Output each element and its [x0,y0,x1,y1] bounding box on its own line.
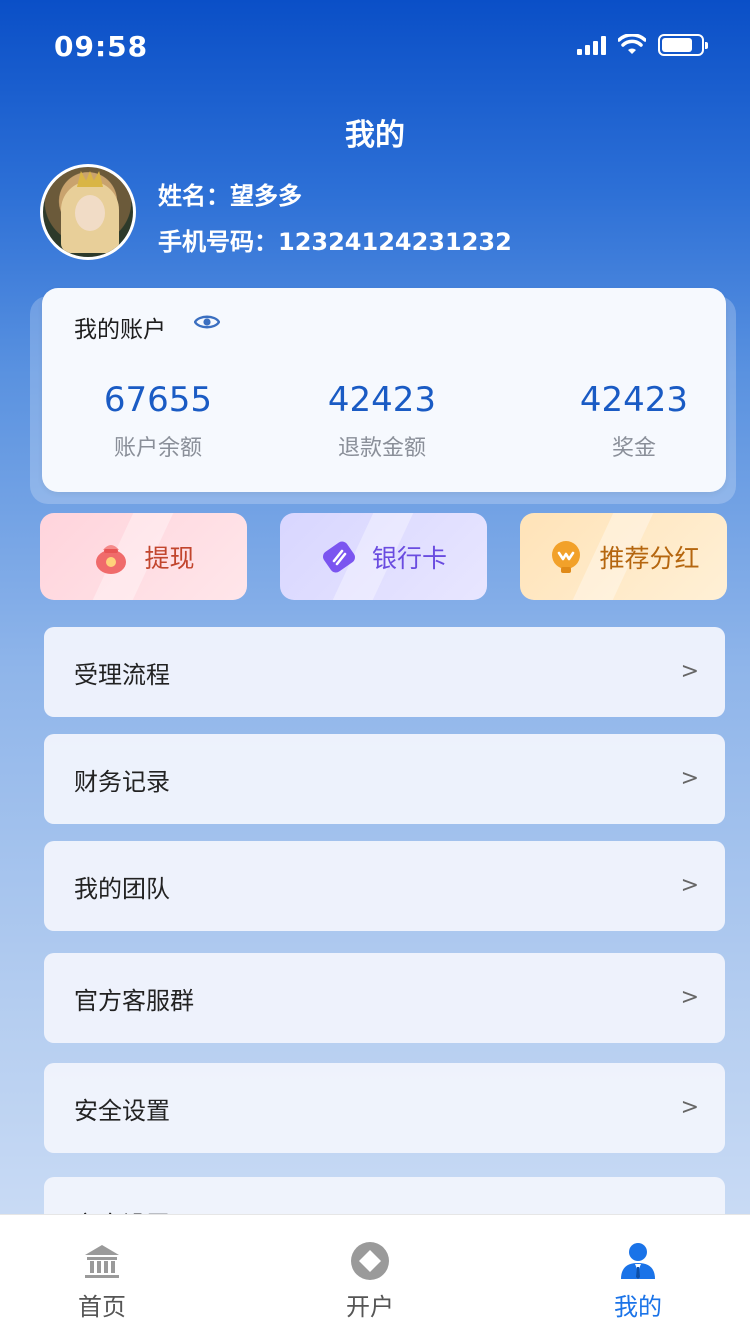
page-title: 我的 [345,118,405,153]
chevron-right-icon: > [680,1095,699,1120]
chevron-right-icon: > [680,766,699,791]
user-phone: 手机号码：12324124231232 [158,228,512,256]
tab-home[interactable]: 首页 [22,1215,182,1338]
wifi-icon [618,34,646,54]
menu-item-process[interactable]: 受理流程 > [44,627,725,717]
chevron-right-icon: > [680,873,699,898]
menu-item-support-group[interactable]: 官方客服群 > [44,953,725,1043]
tab-home-label: 首页 [78,1293,126,1321]
user-name: 姓名：望多多 [158,182,302,210]
referral-dividend-button[interactable]: 推荐分红 [520,513,727,600]
menu-item-my-team[interactable]: 我的团队 > [44,841,725,931]
withdraw-button[interactable]: 提现 [40,513,247,600]
bank-card-button[interactable]: 银行卡 [280,513,487,600]
chevron-right-icon: > [680,985,699,1010]
chevron-right-icon: > [680,659,699,684]
status-icons [577,34,708,56]
tab-open-account-label: 开户 [346,1293,394,1321]
bank-card-icon [322,540,355,573]
stat-bonus: 42423 奖金 [560,380,708,462]
tab-open-account[interactable]: 开户 [290,1215,450,1338]
tab-mine-label: 我的 [614,1293,662,1321]
stat-bonus-value: 42423 [579,380,689,420]
bank-card-label: 银行卡 [371,543,447,573]
stat-balance: 67655 账户余额 [84,380,232,462]
account-card: 我的账户 67655 账户余额 42423 退款金额 42423 奖金 [42,288,726,492]
menu-item-finance-records[interactable]: 财务记录 > [44,734,725,824]
status-bar: 09:58 [0,0,750,92]
eye-icon[interactable] [194,314,220,330]
withdraw-label: 提现 [144,543,195,573]
stat-bonus-label: 奖金 [611,436,656,461]
account-title: 我的账户 [74,317,166,343]
referral-dividend-label: 推荐分红 [599,543,700,573]
user-icon [621,1243,655,1279]
menu-item-label: 我的团队 [74,875,170,903]
battery-icon [658,34,708,56]
stat-refund: 42423 退款金额 [308,380,456,462]
status-time: 09:58 [54,30,149,63]
stat-balance-label: 账户余额 [113,436,202,461]
bank-building-icon [85,1245,119,1278]
stat-refund-value: 42423 [327,380,437,420]
menu-item-label: 受理流程 [74,661,170,689]
menu-item-label: 安全设置 [74,1097,170,1125]
stat-balance-value: 67655 [103,380,213,420]
lightbulb-icon [552,540,581,573]
menu-item-label: 财务记录 [74,768,170,796]
stat-refund-label: 退款金额 [337,436,426,461]
tab-mine[interactable]: 我的 [558,1215,718,1338]
menu-item-label: 官方客服群 [74,987,194,1015]
money-bag-icon [96,544,127,574]
avatar[interactable] [40,164,136,260]
diamond-circle-icon [351,1242,389,1280]
tab-bar: 首页 开户 我的 [0,1214,750,1338]
signal-icon [577,35,606,55]
menu-item-security-settings[interactable]: 安全设置 > [44,1063,725,1153]
